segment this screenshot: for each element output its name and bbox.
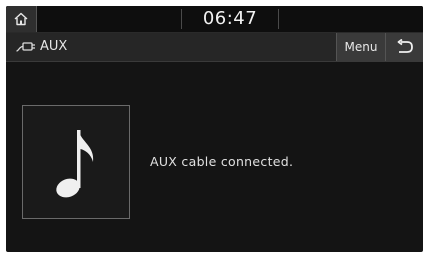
home-icon: [14, 12, 28, 26]
home-button[interactable]: [6, 6, 37, 32]
aux-cable-icon: [16, 42, 35, 52]
clock: 06:47: [202, 8, 258, 29]
album-art: [22, 105, 130, 219]
status-divider-right: [278, 9, 279, 29]
head-unit-screen: 06:47 AUX Menu AUX cable connected.: [6, 6, 423, 252]
menu-button[interactable]: Menu: [336, 33, 385, 61]
back-arrow-icon: [397, 39, 413, 53]
music-note-icon: [56, 130, 94, 198]
connection-status-message: AUX cable connected.: [150, 154, 294, 169]
back-button[interactable]: [385, 33, 423, 61]
page-title: AUX: [40, 39, 68, 54]
status-divider-left: [181, 9, 182, 29]
status-bar: 06:47: [6, 6, 423, 33]
title-bar: AUX Menu: [6, 33, 423, 62]
